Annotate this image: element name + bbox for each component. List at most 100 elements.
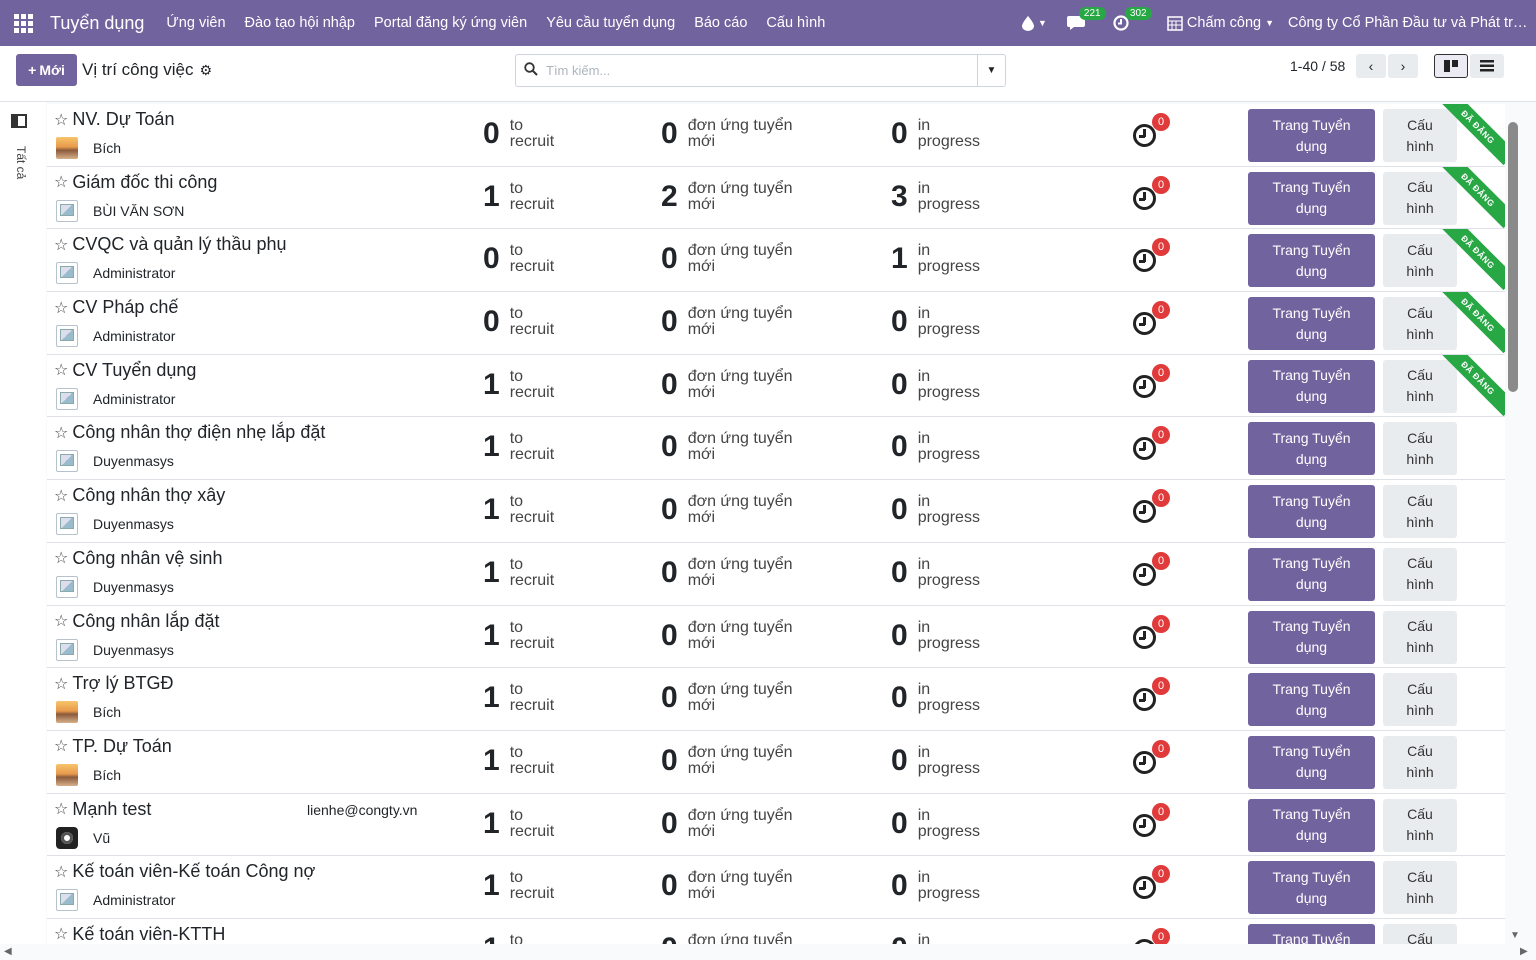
configure-button[interactable]: Cấu hình — [1383, 422, 1457, 476]
to-recruit-stat[interactable]: 1torecruit — [483, 870, 554, 902]
recruitment-page-button[interactable]: Trang Tuyển dụng — [1248, 422, 1375, 476]
new-applications-stat[interactable]: 0đơn ứng tuyểnmới — [661, 619, 793, 652]
pager-previous-button[interactable]: ‹ — [1356, 54, 1386, 78]
recruitment-page-button[interactable]: Trang Tuyển dụng — [1248, 861, 1375, 915]
to-recruit-stat[interactable]: 1torecruit — [483, 619, 554, 652]
star-favorite-icon[interactable]: ☆ — [54, 423, 68, 443]
recruitment-page-button[interactable]: Trang Tuyển dụng — [1248, 798, 1375, 852]
activity-clock-icon[interactable] — [1133, 562, 1156, 586]
pager-next-button[interactable]: › — [1388, 54, 1418, 78]
activity-clock-icon[interactable] — [1133, 249, 1156, 273]
star-favorite-icon[interactable]: ☆ — [54, 110, 68, 130]
activity-clock-icon[interactable] — [1133, 374, 1156, 398]
configure-button[interactable]: Cấu hình — [1383, 861, 1457, 915]
job-card[interactable]: ☆ Công nhân lắp đặt Duyenmasys 1 to recruit 0 đ… — [47, 605, 1505, 669]
job-title[interactable]: ☆ Trợ lý BTGĐ — [54, 673, 173, 694]
new-applications-stat[interactable]: 0đơn ứng tuyểnmới — [661, 494, 793, 526]
to-recruit-stat[interactable]: 1torecruit — [483, 494, 554, 526]
to-recruit-stat[interactable]: 0 to recruit — [483, 118, 554, 150]
activity-clock-icon[interactable] — [1133, 500, 1156, 524]
menu-portal[interactable]: Portal đăng ký ứng viên — [374, 15, 527, 31]
activity-clock-icon[interactable]: 302 — [1113, 7, 1152, 31]
configure-button[interactable]: Cấu hình — [1383, 798, 1457, 852]
job-title[interactable]: ☆ TP. Dự Toán — [54, 736, 172, 757]
job-title[interactable]: ☆ Công nhân vệ sinh — [54, 548, 222, 569]
new-applications-stat[interactable]: 0đơn ứng tuyểnmới — [661, 306, 793, 338]
new-applications-stat[interactable]: 0đơn ứng tuyểnmới — [661, 682, 793, 714]
activity-clock-icon[interactable] — [1133, 186, 1156, 210]
in-progress-stat[interactable]: 1 in progress — [891, 243, 980, 275]
gear-icon[interactable]: ⚙ — [200, 62, 213, 79]
scroll-right-icon[interactable]: ▶ — [1520, 946, 1528, 957]
star-favorite-icon[interactable]: ☆ — [54, 298, 68, 318]
new-applications-stat[interactable]: 0đơn ứng tuyểnmới — [661, 744, 793, 777]
job-card[interactable]: ☆ CV Tuyển dụng Administrator 1 to recruit 0 đơ… — [47, 354, 1505, 418]
job-card[interactable]: ☆ Kế toán viên-Kế toán Công nợ Administrat… — [47, 856, 1505, 919]
job-card[interactable]: ☆ CVQC và quản lý thầu phụ Administrator 0 t… — [47, 229, 1505, 293]
to-recruit-stat[interactable]: 1torecruit — [483, 368, 554, 401]
job-card[interactable]: ☆ Công nhân thợ xây Duyenmasys 1 to recruit 0 đ… — [47, 480, 1505, 543]
in-progress-stat[interactable]: 0inprogress — [891, 368, 980, 401]
configure-button[interactable]: Cấu hình — [1383, 673, 1457, 727]
pager-value[interactable]: 1-40 / 58 — [1290, 58, 1345, 74]
recruitment-page-button[interactable]: Trang Tuyển dụng — [1248, 610, 1375, 664]
job-title[interactable]: ☆ CVQC và quản lý thầu phụ — [54, 234, 286, 255]
job-card[interactable]: ☆ Giám đốc thi công BÙI VĂN SƠN 1 to recruit 2… — [47, 166, 1505, 230]
to-recruit-stat[interactable]: 1torecruit — [483, 807, 554, 840]
activity-clock-icon[interactable] — [1133, 124, 1156, 147]
menu-cau-hinh[interactable]: Cấu hình — [766, 15, 825, 31]
job-title[interactable]: ☆ Công nhân thợ xây — [54, 485, 225, 506]
star-favorite-icon[interactable]: ☆ — [54, 674, 68, 694]
new-applications-stat[interactable]: 2 đơn ứng tuyển mới — [661, 180, 793, 213]
attendance-menu[interactable]: Chấm công ▼ — [1167, 15, 1274, 31]
messages-icon[interactable]: 221 — [1066, 7, 1106, 31]
job-card[interactable]: ☆ Trợ lý BTGĐ Bích 1 to recruit 0 đơn ứng tuyển… — [47, 668, 1505, 731]
recruitment-page-button[interactable]: Trang Tuyển dụng — [1248, 297, 1375, 351]
recruitment-page-button[interactable]: Trang Tuyển dụng — [1248, 234, 1375, 288]
to-recruit-stat[interactable]: 1torecruit — [483, 744, 554, 777]
to-recruit-stat[interactable]: 1torecruit — [483, 932, 554, 944]
new-applications-stat[interactable]: 0đơn ứng tuyểnmới — [661, 243, 793, 275]
job-title[interactable]: ☆ Mạnh test — [54, 799, 151, 820]
configure-button[interactable]: Cấu hình — [1383, 359, 1457, 413]
new-applications-stat[interactable]: 0đơn ứng tuyểnmới — [661, 368, 793, 401]
search-input[interactable]: Tìm kiếm... — [546, 63, 977, 78]
job-card[interactable]: ☆ NV. Dự Toán Bích 0 to recruit 0 đơn ứng tuyển… — [47, 104, 1505, 167]
search-box[interactable]: Tìm kiếm... ▼ — [515, 54, 1006, 87]
horizontal-scrollbar[interactable] — [0, 944, 1536, 960]
in-progress-stat[interactable]: 0inprogress — [891, 807, 980, 840]
new-applications-stat[interactable]: 0đơn ứng tuyểnmới — [661, 807, 793, 840]
configure-button[interactable]: Cấu hình — [1383, 735, 1457, 789]
kanban-view-button[interactable] — [1434, 54, 1468, 78]
to-recruit-stat[interactable]: 0 to recruit — [483, 306, 554, 338]
in-progress-stat[interactable]: 0inprogress — [891, 682, 980, 714]
menu-bao-cao[interactable]: Báo cáo — [694, 15, 747, 31]
configure-button[interactable]: Cấu hình — [1383, 109, 1457, 162]
recruitment-page-button[interactable]: Trang Tuyển dụng — [1248, 547, 1375, 601]
menu-ung-vien[interactable]: Ứng viên — [166, 15, 225, 31]
in-progress-stat[interactable]: 0inprogress — [891, 870, 980, 902]
configure-button[interactable]: Cấu hình — [1383, 234, 1457, 288]
recruitment-page-button[interactable]: Trang Tuyển dụng — [1248, 109, 1375, 162]
star-favorite-icon[interactable]: ☆ — [54, 548, 68, 568]
star-favorite-icon[interactable]: ☆ — [54, 924, 68, 944]
in-progress-stat[interactable]: 0inprogress — [891, 306, 980, 338]
activity-clock-icon[interactable] — [1133, 750, 1156, 774]
menu-yeu-cau[interactable]: Yêu cầu tuyển dụng — [546, 15, 675, 31]
in-progress-stat[interactable]: 0inprogress — [891, 556, 980, 589]
new-applications-stat[interactable]: 0đơn ứng tuyểnmới — [661, 556, 793, 589]
job-title[interactable]: ☆ Kế toán viên-Kế toán Công nợ — [54, 861, 315, 882]
app-brand[interactable]: Tuyển dụng — [50, 13, 144, 34]
recruitment-page-button[interactable]: Trang Tuyển dụng — [1248, 673, 1375, 727]
side-panel-toggle-icon[interactable] — [11, 114, 27, 128]
in-progress-stat[interactable]: 0inprogress — [891, 494, 980, 526]
scroll-left-icon[interactable]: ◀ — [4, 946, 12, 957]
vertical-scrollbar-thumb[interactable] — [1508, 122, 1518, 392]
to-recruit-stat[interactable]: 1torecruit — [483, 556, 554, 589]
to-recruit-stat[interactable]: 1torecruit — [483, 682, 554, 714]
job-title[interactable]: ☆ CV Pháp chế — [54, 297, 178, 318]
job-card[interactable]: ☆ CV Pháp chế Administrator 0 to recruit 0 đơn … — [47, 292, 1505, 355]
star-favorite-icon[interactable]: ☆ — [54, 235, 68, 255]
configure-button[interactable]: Cấu hình — [1383, 610, 1457, 664]
job-card[interactable]: ☆ Công nhân thợ điện nhẹ lắp đặt Duyenmasy… — [47, 417, 1505, 481]
